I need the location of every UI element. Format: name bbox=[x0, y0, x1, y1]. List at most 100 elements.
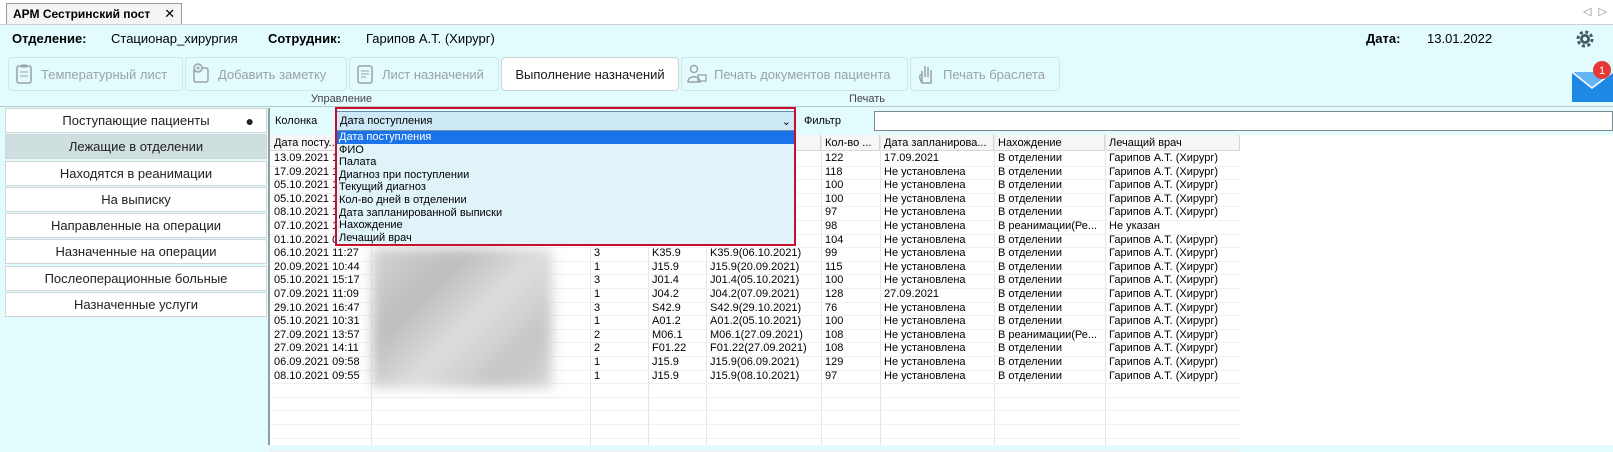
table-cell: J01.4(05.10.2021) bbox=[710, 274, 800, 287]
column-select[interactable]: Дата поступления ⌄ bbox=[336, 111, 796, 131]
table-cell: 1 bbox=[594, 356, 601, 368]
table-cell: 05.10.2021 10:31 bbox=[274, 315, 360, 328]
table-cell: 27.09.2021 bbox=[884, 288, 940, 300]
column-dropdown-list[interactable]: Дата поступления ФИО Палата Диагноз при … bbox=[336, 131, 796, 246]
table-cell: В отделении bbox=[998, 165, 1063, 178]
table-cell: 76 bbox=[825, 301, 838, 314]
empty-row bbox=[270, 424, 1240, 439]
table-cell: В отделении bbox=[998, 260, 1063, 273]
table-cell: 108 bbox=[825, 342, 844, 355]
close-icon[interactable]: ✕ bbox=[164, 6, 175, 22]
table-cell: S42.9 bbox=[652, 301, 681, 314]
date-value: 13.01.2022 bbox=[1427, 31, 1493, 46]
table-cell: Не установлена bbox=[884, 369, 966, 382]
table-cell: 115 bbox=[825, 260, 843, 273]
table-cell: Не установлена bbox=[884, 342, 966, 355]
sidebar-item-in-department[interactable]: Лежащие в отделении bbox=[5, 134, 267, 160]
dropdown-option[interactable]: Дата запланированной выписки bbox=[336, 207, 796, 220]
column-header[interactable]: Кол-во ... bbox=[821, 135, 880, 151]
dropdown-option[interactable]: Текущий диагноз bbox=[336, 181, 796, 194]
table-cell: В отделении bbox=[998, 274, 1063, 287]
table-cell: 100 bbox=[825, 179, 844, 192]
table-cell: 06.10.2021 11:27 bbox=[274, 247, 359, 260]
table-cell: Не установлена bbox=[884, 328, 966, 341]
table-cell: В отделении bbox=[998, 356, 1063, 368]
table-cell: S42.9(29.10.2021) bbox=[710, 301, 802, 314]
sidebar-item-label: Лежащие в отделении bbox=[68, 139, 204, 155]
table-cell: В отделении bbox=[998, 342, 1063, 355]
table-cell: В отделении bbox=[998, 233, 1063, 246]
table-cell: 99 bbox=[825, 247, 838, 260]
table-cell: В отделении bbox=[998, 288, 1063, 300]
table-cell: 118 bbox=[825, 165, 843, 178]
dropdown-option[interactable]: Палата bbox=[336, 156, 796, 169]
group-manage-label: Управление bbox=[311, 93, 373, 105]
dropdown-option[interactable]: ФИО bbox=[336, 144, 796, 157]
chevron-down-icon[interactable]: ⌄ bbox=[782, 115, 791, 128]
prescriptions-exec-button[interactable]: Выполнение назначений bbox=[501, 57, 679, 91]
table-cell: 108 bbox=[825, 328, 844, 341]
table-cell: В отделении bbox=[998, 179, 1063, 192]
table-cell: Гарипов А.Т. (Хирург) bbox=[1109, 274, 1219, 287]
filter-input[interactable] bbox=[874, 111, 1613, 131]
dropdown-option[interactable]: Лечащий врач bbox=[336, 232, 796, 245]
temperature-sheet-button[interactable]: Температурный лист bbox=[8, 57, 183, 91]
print-bracelet-label: Печать браслета bbox=[943, 66, 1046, 82]
table-cell: Гарипов А.Т. (Хирург) bbox=[1109, 165, 1219, 178]
table-cell: 06.09.2021 09:58 bbox=[274, 356, 360, 368]
column-header[interactable]: Дата запланирова... bbox=[880, 135, 994, 151]
print-bracelet-button[interactable]: Печать браслета bbox=[910, 57, 1060, 91]
table-cell: Гарипов А.Т. (Хирург) bbox=[1109, 179, 1219, 192]
column-header[interactable]: Нахождение bbox=[994, 135, 1105, 151]
dropdown-option[interactable]: Дата поступления bbox=[336, 131, 796, 144]
department-label: Отделение: bbox=[12, 31, 87, 46]
tab-nurse-post[interactable]: АРМ Сестринский пост ✕ bbox=[6, 3, 183, 24]
sidebar-item-incoming[interactable]: Поступающие пациенты ● bbox=[5, 108, 267, 133]
table-cell: Гарипов А.Т. (Хирург) bbox=[1109, 247, 1219, 260]
table-cell: K35.9 bbox=[652, 247, 681, 260]
table-cell: 2 bbox=[594, 342, 601, 355]
table-cell: Не установлена bbox=[884, 192, 966, 205]
print-documents-button[interactable]: Печать документов пациента bbox=[681, 57, 908, 91]
group-print-label: Печать bbox=[849, 93, 886, 105]
sidebar-item-discharge[interactable]: На выписку bbox=[5, 186, 267, 212]
mail-notification-icon[interactable]: 1 bbox=[1568, 58, 1613, 106]
table-cell: J15.9 bbox=[652, 260, 679, 273]
column-select-value: Дата поступления bbox=[340, 115, 433, 127]
sidebar-item-sent-to-surgery[interactable]: Направленные на операции bbox=[5, 213, 267, 239]
add-note-button[interactable]: Добавить заметку bbox=[185, 57, 347, 91]
empty-row bbox=[270, 410, 1240, 425]
table-cell: F01.22(27.09.2021) bbox=[710, 342, 807, 355]
divider bbox=[0, 106, 1613, 107]
table-cell: 3 bbox=[594, 301, 601, 314]
sidebar-item-postop[interactable]: Послеоперационные больные bbox=[5, 265, 267, 291]
dropdown-option[interactable]: Нахождение bbox=[336, 219, 796, 232]
sidebar-item-label: Находятся в реанимации bbox=[59, 165, 213, 181]
table-cell: 07.09.2021 11:09 bbox=[274, 288, 359, 300]
sidebar-item-icu[interactable]: Находятся в реанимации bbox=[5, 160, 267, 186]
table-cell: Гарипов А.Т. (Хирург) bbox=[1109, 342, 1219, 355]
table-cell: Не установлена bbox=[884, 247, 966, 260]
sidebar-item-services[interactable]: Назначенные услуги bbox=[5, 292, 267, 318]
employee-label: Сотрудник: bbox=[268, 31, 341, 46]
bullet-icon: ● bbox=[245, 113, 254, 129]
column-header[interactable]: Лечащий врач bbox=[1105, 135, 1240, 151]
prescriptions-list-label: Лист назначений bbox=[382, 66, 484, 82]
dropdown-option[interactable]: Кол-во дней в отделении bbox=[336, 194, 796, 207]
table-cell: Не указан bbox=[1109, 220, 1160, 232]
table-cell: В отделении bbox=[998, 206, 1063, 219]
table-cell: 1 bbox=[594, 260, 601, 273]
table-cell: 100 bbox=[825, 192, 844, 205]
dropdown-option[interactable]: Диагноз при поступлении bbox=[336, 169, 796, 182]
gear-icon[interactable] bbox=[1575, 29, 1595, 49]
sidebar-item-scheduled-surgery[interactable]: Назначенные на операции bbox=[5, 239, 267, 265]
tab-scroll-arrows-icon[interactable]: ◁ ▷ bbox=[1583, 5, 1609, 18]
table-cell: Гарипов А.Т. (Хирург) bbox=[1109, 356, 1219, 368]
tab-title: АРМ Сестринский пост bbox=[13, 7, 151, 21]
empty-row bbox=[270, 397, 1240, 412]
table-cell: Не установлена bbox=[884, 356, 966, 368]
sidebar-item-label: Послеоперационные больные bbox=[44, 270, 228, 286]
table-cell: Гарипов А.Т. (Хирург) bbox=[1109, 369, 1219, 382]
prescriptions-list-button[interactable]: Лист назначений bbox=[349, 57, 499, 91]
table-cell: K35.9(06.10.2021) bbox=[710, 247, 802, 260]
